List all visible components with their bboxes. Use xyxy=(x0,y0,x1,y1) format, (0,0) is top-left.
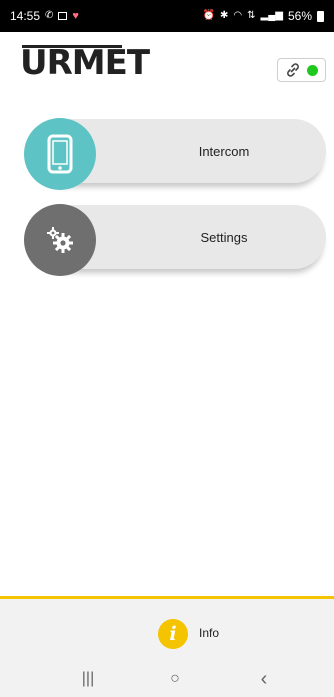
wifi-icon: ◠ xyxy=(233,10,243,21)
status-left: 14:55 ✆ ♥ xyxy=(10,9,79,23)
settings-circle[interactable] xyxy=(24,204,96,276)
gallery-icon xyxy=(58,12,68,20)
status-right: ⏰ ✱ ◠ ⇅ ▂▄▆ 56% xyxy=(203,9,324,23)
intercom-circle[interactable] xyxy=(24,118,96,190)
link-icon xyxy=(287,63,299,77)
bluetooth-icon: ✱ xyxy=(219,10,229,21)
intercom-label: Intercom xyxy=(198,143,250,159)
settings-label: Settings xyxy=(200,229,248,245)
notification-icon: ✆ xyxy=(45,10,54,21)
footer-info-bar: i Info xyxy=(0,596,334,657)
battery-percent: 56% xyxy=(287,9,312,23)
home-button[interactable]: ○ xyxy=(163,667,187,691)
battery-icon xyxy=(317,10,324,22)
signal-icon: ▂▄▆ xyxy=(260,10,283,21)
system-nav-bar: ||| ○ ‹ xyxy=(0,657,334,697)
connection-indicator[interactable] xyxy=(277,58,326,82)
logo: URMET xyxy=(20,43,150,83)
intercom-button[interactable]: Intercom xyxy=(24,118,326,191)
info-icon[interactable]: i xyxy=(158,619,188,649)
heart-icon: ♥ xyxy=(72,9,79,22)
mobile-data-icon: ⇅ xyxy=(247,10,256,21)
settings-button[interactable]: Settings xyxy=(24,204,326,277)
phone-icon xyxy=(47,134,73,174)
gears-icon xyxy=(47,227,73,253)
status-time: 14:55 xyxy=(10,9,41,23)
status-dot xyxy=(307,64,318,76)
alarm-icon: ⏰ xyxy=(202,10,215,21)
back-button[interactable]: ‹ xyxy=(252,667,276,691)
info-label[interactable]: Info xyxy=(199,626,219,640)
status-bar: 14:55 ✆ ♥ ⏰ ✱ ◠ ⇅ ▂▄▆ 56% xyxy=(0,0,334,32)
recents-button[interactable]: ||| xyxy=(76,667,100,691)
